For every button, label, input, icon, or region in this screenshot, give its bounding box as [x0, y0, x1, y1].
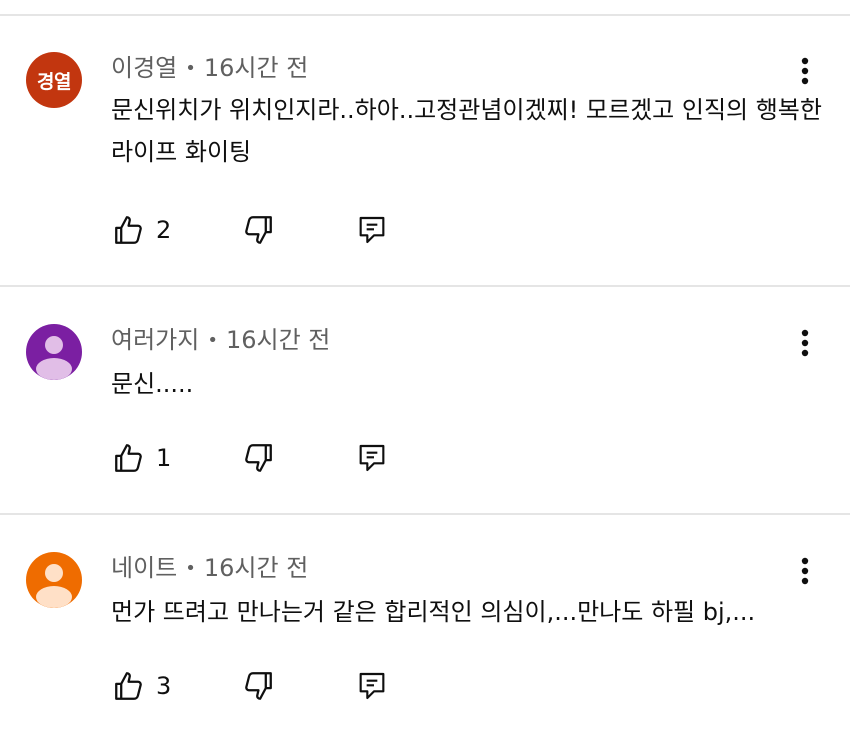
- more-vert-icon: [801, 57, 809, 85]
- like-button[interactable]: 1: [112, 441, 171, 475]
- thumbs-up-icon: [115, 216, 142, 244]
- comment-timestamp[interactable]: 16시간 전: [204, 554, 308, 582]
- dislike-button[interactable]: [241, 213, 275, 247]
- meta-separator: •: [185, 58, 196, 79]
- thumbs-up-icon: [115, 444, 142, 472]
- like-button[interactable]: 2: [112, 213, 171, 247]
- divider: [0, 513, 850, 515]
- like-count: 3: [156, 672, 172, 700]
- reply-icon: [359, 444, 385, 472]
- author-name[interactable]: 여러가지: [111, 326, 199, 354]
- thumbs-down-icon: [245, 672, 272, 700]
- default-person-icon: [36, 564, 72, 608]
- reply-button[interactable]: [356, 441, 388, 475]
- comment-meta: 이경열 • 16시간 전: [111, 53, 308, 84]
- reply-button[interactable]: [356, 213, 388, 247]
- more-options-button[interactable]: [789, 325, 821, 361]
- reply-icon: [359, 672, 385, 700]
- reply-icon: [359, 216, 385, 244]
- comment-meta: 여러가지 • 16시간 전: [111, 325, 330, 356]
- dislike-button[interactable]: [241, 441, 275, 475]
- author-name[interactable]: 네이트: [111, 554, 177, 582]
- avatar[interactable]: [26, 552, 82, 608]
- comment-text: 문신위치가 위치인지라..하아..고정관념이겠찌! 모르겠고 인직의 행복한 라…: [111, 96, 822, 166]
- more-vert-icon: [801, 557, 809, 585]
- dislike-button[interactable]: [241, 669, 275, 703]
- more-options-button[interactable]: [789, 553, 821, 589]
- avatar-initials: 경열: [37, 70, 71, 93]
- more-vert-icon: [801, 329, 809, 357]
- comment-timestamp[interactable]: 16시간 전: [204, 54, 308, 82]
- comment-timestamp[interactable]: 16시간 전: [226, 326, 330, 354]
- reply-button[interactable]: [356, 669, 388, 703]
- avatar[interactable]: [26, 324, 82, 380]
- like-count: 1: [156, 444, 172, 472]
- author-name[interactable]: 이경열: [111, 54, 177, 82]
- thumbs-up-icon: [115, 672, 142, 700]
- more-options-button[interactable]: [789, 53, 821, 89]
- like-count: 2: [156, 216, 172, 244]
- thumbs-down-icon: [245, 444, 272, 472]
- comment-meta: 네이트 • 16시간 전: [111, 553, 308, 584]
- comment-text: 문신.....: [111, 370, 194, 398]
- meta-separator: •: [185, 558, 196, 579]
- comment-text: 먼가 뜨려고 만나는거 같은 합리적인 의심이,...만나도 하필 bj,...: [111, 598, 756, 626]
- divider: [0, 285, 850, 287]
- meta-separator: •: [207, 330, 218, 351]
- default-person-icon: [36, 336, 72, 380]
- divider-top: [0, 14, 850, 16]
- avatar[interactable]: 경열: [26, 52, 82, 108]
- thumbs-down-icon: [245, 216, 272, 244]
- like-button[interactable]: 3: [112, 669, 171, 703]
